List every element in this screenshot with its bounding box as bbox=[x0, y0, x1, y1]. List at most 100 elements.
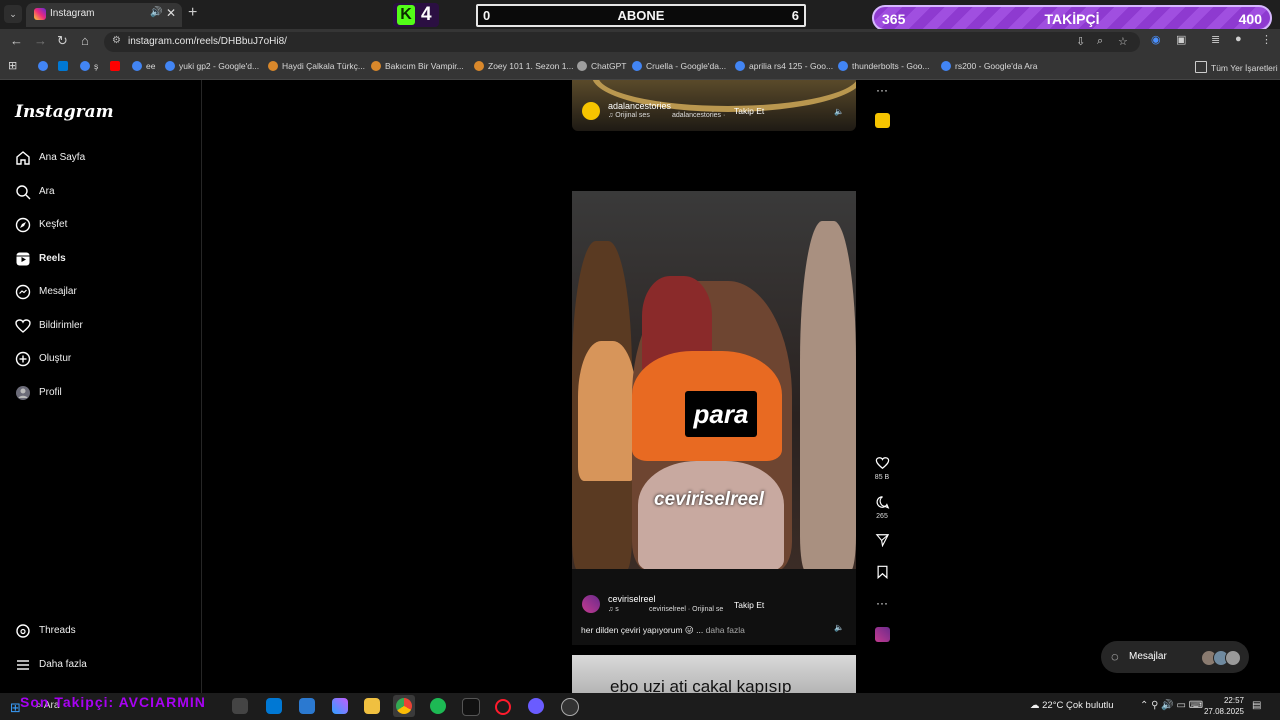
back-arrow-icon[interactable]: ← bbox=[10, 33, 23, 48]
bookmark-item[interactable]: Haydi Çalkala Türkç... bbox=[268, 61, 365, 71]
bookmark-item[interactable]: aprilia rs4 125 - Goo... bbox=[735, 61, 833, 71]
clock-time[interactable]: 22:57 bbox=[1204, 696, 1244, 705]
comment-count: 265 bbox=[876, 513, 888, 520]
like-button[interactable]: 85 B bbox=[873, 456, 891, 481]
more-link[interactable]: daha fazla bbox=[706, 625, 745, 635]
bookmark-item[interactable]: ChatGPT bbox=[577, 61, 626, 71]
tab-search-button[interactable]: ⌄ bbox=[4, 5, 22, 23]
weather-widget[interactable]: ☁ 22°C Çok bulutlu bbox=[1030, 700, 1114, 711]
reel-audio-user[interactable]: adalancestories · bbox=[672, 112, 725, 119]
compass-icon bbox=[15, 217, 31, 233]
spotify-icon[interactable] bbox=[430, 698, 446, 714]
last-follower-overlay: Son Takipçi: AVCIARMIN bbox=[20, 694, 206, 710]
bookmark-outlook[interactable] bbox=[58, 61, 72, 71]
speaker-icon[interactable]: 🔈 bbox=[834, 107, 844, 116]
save-button[interactable] bbox=[873, 565, 891, 582]
reel-info-panel: ceviriselreel ♫ s ceviriselreel · Orijin… bbox=[572, 569, 856, 645]
apps-grid-icon[interactable]: ⊞ bbox=[8, 59, 17, 72]
comment-icon bbox=[876, 496, 889, 509]
youtube-icon[interactable] bbox=[110, 61, 124, 71]
reload-icon[interactable]: ↻ bbox=[57, 33, 68, 49]
audio-thumbnail-icon[interactable] bbox=[873, 113, 891, 131]
puzzle-icon[interactable]: ▣ bbox=[1176, 33, 1186, 46]
reel-username[interactable]: adalancestories bbox=[608, 101, 671, 111]
bookmark-item[interactable]: ş bbox=[80, 61, 98, 71]
all-bookmarks-folder[interactable]: Tüm Yer İşaretleri bbox=[1195, 61, 1278, 73]
bookmark-item[interactable]: ee bbox=[132, 61, 155, 71]
bookmark-item[interactable]: Cruella - Google'da... bbox=[632, 61, 726, 71]
more-options-icon[interactable]: ··· bbox=[873, 83, 891, 97]
like-count: 85 B bbox=[874, 474, 890, 481]
bookmark-item[interactable]: yuki gp2 - Google'd... bbox=[165, 61, 259, 71]
bookmark-item[interactable]: Bakıcım Bir Vampir... bbox=[371, 61, 464, 71]
instagram-logo[interactable]: Instagram bbox=[15, 102, 114, 122]
audio-label: Orijinal ses bbox=[615, 112, 650, 119]
search-icon bbox=[16, 185, 31, 200]
avatar bbox=[1225, 650, 1241, 666]
next-reel[interactable]: ebo uzi ati cakal kapısıp bbox=[572, 655, 856, 693]
bookmark-item[interactable]: rs200 - Google'da Ara bbox=[941, 61, 1037, 71]
send-icon bbox=[875, 534, 889, 548]
instagram-favicon-icon bbox=[34, 8, 46, 20]
bookmark-google[interactable] bbox=[38, 61, 52, 71]
follow-button[interactable]: Takip Et bbox=[734, 600, 764, 610]
bookmark-star-icon[interactable]: ☆ bbox=[1118, 35, 1128, 48]
url-text[interactable]: instagram.com/reels/DHBbuJ7oHi8/ bbox=[128, 36, 287, 47]
bookmark-item[interactable]: thunderbolts - Goo... bbox=[838, 61, 930, 71]
home-icon[interactable]: ⌂ bbox=[81, 33, 89, 48]
speaker-icon[interactable]: 🔊 bbox=[150, 7, 162, 18]
messages-label: Mesajlar bbox=[1129, 651, 1167, 662]
reel-username[interactable]: ceviriselreel bbox=[608, 594, 656, 604]
new-tab-button[interactable]: + bbox=[188, 4, 197, 22]
abone-label: ABONE bbox=[617, 8, 665, 23]
url-omnibox[interactable]: ⚙ instagram.com/reels/DHBbuJ7oHi8/ ⇩ ⌕ ☆ bbox=[104, 32, 1140, 52]
notification-icon[interactable]: ▤ bbox=[1252, 700, 1261, 711]
menu-kebab-icon[interactable]: ⋮ bbox=[1261, 33, 1272, 46]
reel-audio-prefix[interactable]: ♫ s bbox=[608, 606, 619, 613]
forward-arrow-icon[interactable]: → bbox=[34, 33, 47, 48]
instagram-sidebar: Instagram Ana Sayfa Ara Keşfet Reels Mes… bbox=[0, 80, 202, 693]
speaker-icon[interactable]: 🔈 bbox=[834, 623, 844, 632]
share-button[interactable] bbox=[873, 533, 891, 550]
messenger-icon: ◌ bbox=[1111, 649, 1119, 664]
tab-title: Instagram bbox=[50, 8, 95, 19]
close-tab-icon[interactable]: ✕ bbox=[166, 6, 176, 20]
obs-icon[interactable] bbox=[561, 698, 579, 716]
tab-instagram[interactable]: Instagram 🔊 ✕ bbox=[26, 3, 182, 27]
more-options-icon[interactable]: ··· bbox=[873, 596, 891, 610]
copilot-icon[interactable] bbox=[332, 698, 348, 714]
comment-button[interactable]: 265 bbox=[873, 495, 891, 520]
zoom-icon[interactable]: ⌕ bbox=[1097, 35, 1103, 48]
messages-pill-button[interactable]: ◌ Mesajlar bbox=[1101, 641, 1249, 673]
bookmark-item[interactable]: Zoey 101 1. Sezon 1... bbox=[474, 61, 574, 71]
tiktok-icon[interactable] bbox=[462, 698, 480, 716]
previous-reel[interactable]: adalancestories ♫ Orijinal ses adalances… bbox=[572, 80, 856, 131]
nav-label: Threads bbox=[39, 625, 76, 636]
task-view-icon[interactable] bbox=[232, 698, 248, 714]
profile-avatar-icon[interactable]: ● bbox=[1235, 33, 1242, 45]
install-app-icon[interactable]: ⇩ bbox=[1076, 35, 1085, 48]
chrome-active-icon[interactable] bbox=[393, 695, 415, 717]
reel-audio[interactable]: ♫ Orijinal ses bbox=[608, 112, 650, 119]
reel-audio[interactable]: ceviriselreel · Orijinal se bbox=[649, 606, 723, 613]
avatar[interactable] bbox=[582, 102, 600, 120]
audio-thumbnail-icon[interactable] bbox=[873, 627, 891, 645]
system-tray-icons[interactable]: ⌃ ⚲ 🔊 ▭ ⌨ bbox=[1140, 700, 1203, 711]
reel-video[interactable]: para ceviriselreel bbox=[572, 191, 856, 569]
nav-label: Keşfet bbox=[39, 219, 68, 230]
extension-icon[interactable]: ◉ bbox=[1151, 33, 1161, 46]
site-info-icon[interactable]: ⚙ bbox=[112, 35, 121, 46]
store-icon[interactable] bbox=[299, 698, 315, 714]
reading-list-icon[interactable]: ≣ bbox=[1211, 33, 1220, 46]
video-subtitle: para bbox=[685, 391, 757, 437]
file-explorer-icon[interactable] bbox=[364, 698, 380, 714]
avatar[interactable] bbox=[582, 595, 600, 613]
messenger-app-icon[interactable] bbox=[528, 698, 544, 714]
follow-button[interactable]: Takip Et bbox=[734, 106, 764, 116]
heart-icon bbox=[875, 457, 889, 470]
abone-goal: 6 bbox=[791, 8, 799, 23]
clock-date[interactable]: 27.08.2025 bbox=[1198, 707, 1244, 716]
outlook-icon[interactable] bbox=[266, 698, 282, 714]
bookmark-icon bbox=[877, 565, 887, 580]
opera-icon[interactable] bbox=[495, 699, 511, 715]
